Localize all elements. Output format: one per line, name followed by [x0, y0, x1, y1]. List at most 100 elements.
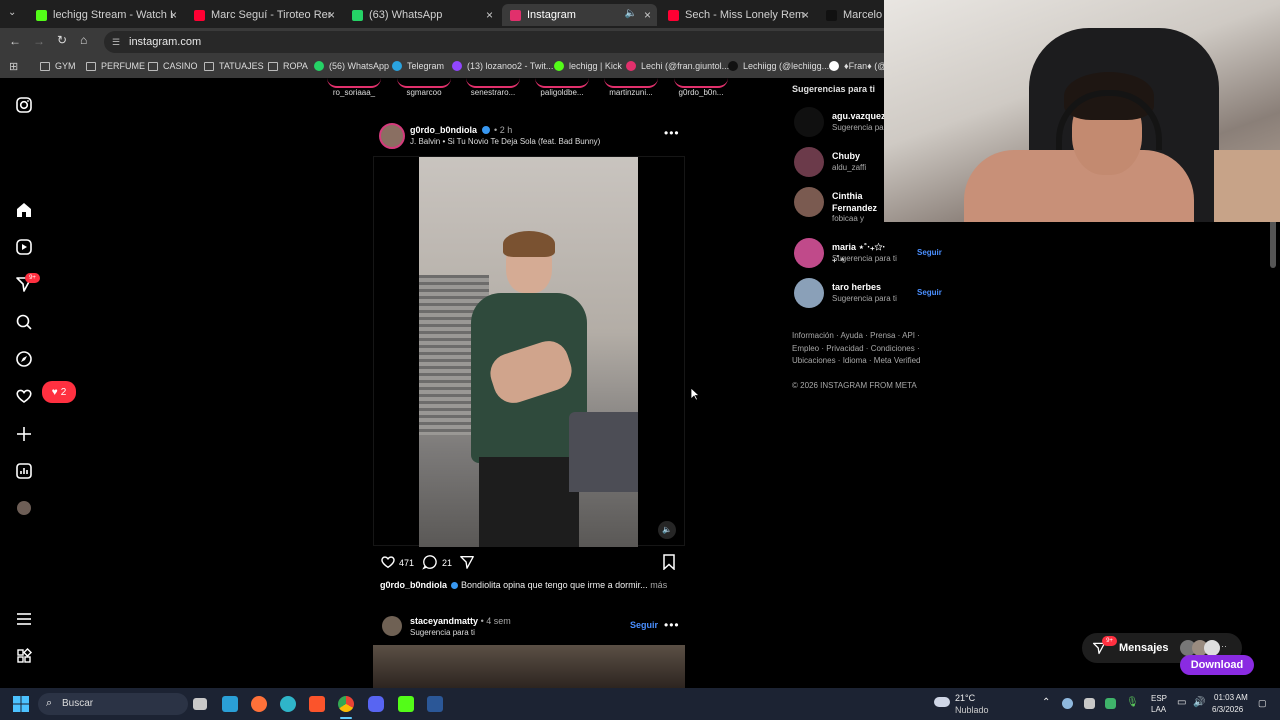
browser-tab[interactable]: (63) WhatsApp ×: [344, 4, 499, 26]
suggestion-name[interactable]: taro herbes: [832, 281, 892, 293]
tab-close-icon[interactable]: ×: [644, 8, 651, 22]
tray-chevron-icon[interactable]: ⌃: [1042, 697, 1050, 708]
file-app-icon[interactable]: [427, 696, 443, 712]
next-post-avatar[interactable]: [382, 616, 402, 636]
story-username[interactable]: g0rdo_b0n...: [671, 88, 731, 97]
bookmark-link[interactable]: (56) WhatsApp: [314, 61, 389, 71]
bookmark-link[interactable]: Lechi (@fran.giuntol...: [626, 61, 729, 71]
story-username[interactable]: ro_soriaaa_: [324, 88, 384, 97]
post-audio[interactable]: J. Balvin • Si Tu Novio Te Deja Sola (fe…: [410, 137, 600, 146]
task-view-icon[interactable]: [193, 698, 207, 710]
next-post-follow-button[interactable]: Seguir: [630, 620, 658, 630]
create-plus-icon[interactable]: [15, 425, 33, 443]
footer-link-row[interactable]: Información · Ayuda · Prensa · API ·: [792, 331, 920, 340]
suggestion-name[interactable]: agu.vazquez: [832, 110, 892, 122]
bookmark-folder[interactable]: TATUAJES: [204, 61, 264, 71]
tab-audio-icon[interactable]: 🔈: [625, 8, 637, 19]
tab-close-icon[interactable]: ×: [328, 8, 335, 22]
steam-tray-icon[interactable]: [1062, 698, 1073, 709]
bookmark-link[interactable]: lechigg | Kick: [554, 61, 622, 71]
caption-more-link[interactable]: más: [650, 580, 667, 590]
comment-icon[interactable]: [422, 554, 438, 570]
next-post-media[interactable]: [373, 645, 685, 688]
lang-top[interactable]: ESP: [1151, 694, 1167, 703]
bookmark-link[interactable]: ♦Fran♦ (@: [829, 61, 886, 71]
weather-desc[interactable]: Nublado: [955, 705, 989, 715]
bookmark-link[interactable]: (13) lozanoo2 - Twit...: [452, 61, 553, 71]
suggestion-follow-button[interactable]: Seguir: [917, 248, 942, 257]
address-bar[interactable]: ☰ instagram.com: [104, 31, 894, 53]
meta-apps-icon[interactable]: [15, 647, 33, 665]
chrome-icon[interactable]: [338, 696, 354, 712]
story-username[interactable]: sgmarcoo: [394, 88, 454, 97]
likes-notification-pill[interactable]: ♥ 2: [42, 381, 76, 403]
share-icon[interactable]: [459, 554, 475, 570]
suggestion-avatar[interactable]: [794, 147, 824, 177]
firefox-icon[interactable]: [251, 696, 267, 712]
suggestion-avatar[interactable]: [794, 187, 824, 217]
suggestion-name[interactable]: Cinthia Fernandez: [832, 190, 892, 214]
volume-icon[interactable]: 🔊: [1193, 697, 1205, 708]
clock-time[interactable]: 01:03 AM: [1214, 693, 1248, 702]
weather-temp[interactable]: 21°C: [955, 693, 975, 703]
footer-link-row[interactable]: Empleo · Privacidad · Condiciones ·: [792, 344, 920, 353]
tab-close-icon[interactable]: ×: [486, 8, 493, 22]
bookmark-folder[interactable]: GYM: [40, 61, 76, 71]
suggestion-follow-button[interactable]: Seguir: [917, 288, 942, 297]
page-scrollbar[interactable]: [1270, 218, 1276, 268]
next-post-username[interactable]: staceyandmatty: [410, 616, 478, 626]
post-options-icon[interactable]: •••: [664, 126, 680, 140]
mute-toggle-icon[interactable]: 🔈: [658, 521, 676, 539]
instagram-logo-icon[interactable]: [15, 96, 33, 114]
caption-username[interactable]: g0rdo_b0ndiola: [380, 580, 447, 590]
terminal-app-icon[interactable]: [222, 696, 238, 712]
bookmark-link[interactable]: Lechiigg (@lechiigg...: [728, 61, 829, 71]
notifications-heart-icon[interactable]: [15, 387, 33, 405]
notification-center-icon[interactable]: ▢: [1258, 698, 1267, 709]
bookmark-link[interactable]: Telegram: [392, 61, 444, 71]
browser-tab[interactable]: lechigg Stream - Watch Live on×: [28, 4, 183, 26]
back-icon[interactable]: ←: [9, 34, 21, 48]
mic-tray-icon[interactable]: 🎙: [1126, 697, 1139, 708]
tab-search-chevron-icon[interactable]: ⌄: [8, 7, 20, 19]
edge-icon[interactable]: [280, 696, 296, 712]
reload-icon[interactable]: ↻: [57, 33, 67, 47]
story-username[interactable]: martinzuni...: [601, 88, 661, 97]
site-info-icon[interactable]: ☰: [112, 31, 120, 53]
next-post-options-icon[interactable]: •••: [664, 618, 680, 632]
story-ring[interactable]: [327, 78, 381, 88]
apps-grid-icon[interactable]: ⊞: [9, 60, 18, 73]
browser-tab[interactable]: Marcelo zeta: [818, 4, 884, 26]
discord-tray-icon[interactable]: [1084, 698, 1095, 709]
taskbar-search-box[interactable]: ⌕ Buscar: [38, 693, 188, 715]
bookmark-folder[interactable]: PERFUME: [86, 61, 145, 71]
footer-link-row[interactable]: Ubicaciones · Idioma · Meta Verified: [792, 356, 921, 365]
app-tray-icon[interactable]: [1105, 698, 1116, 709]
dashboard-icon[interactable]: [15, 462, 33, 480]
lang-bottom[interactable]: LAA: [1151, 705, 1166, 714]
suggestion-name[interactable]: Chuby: [832, 150, 892, 162]
home-icon[interactable]: ⌂: [80, 33, 87, 47]
kick-app-icon[interactable]: [398, 696, 414, 712]
discord-icon[interactable]: [368, 696, 384, 712]
story-ring[interactable]: [397, 78, 451, 88]
suggestion-avatar[interactable]: [794, 107, 824, 137]
explore-compass-icon[interactable]: [15, 350, 33, 368]
download-button[interactable]: Download: [1180, 655, 1254, 675]
bookmark-folder[interactable]: ROPA: [268, 61, 308, 71]
reels-icon[interactable]: [15, 238, 33, 256]
browser-tab[interactable]: Instagram 🔈 ×: [502, 4, 657, 26]
suggestion-avatar[interactable]: [794, 238, 824, 268]
like-heart-icon[interactable]: [380, 554, 396, 570]
browser-tab[interactable]: Marc Seguí - Tiroteo Remix ft. F×: [186, 4, 341, 26]
forward-icon[interactable]: →: [33, 34, 45, 48]
network-icon[interactable]: ▭: [1177, 697, 1186, 708]
search-icon[interactable]: [15, 313, 33, 331]
story-ring[interactable]: [674, 78, 728, 88]
post-author-avatar[interactable]: [379, 123, 405, 149]
more-menu-icon[interactable]: [15, 610, 33, 628]
post-username[interactable]: g0rdo_b0ndiola: [410, 125, 477, 135]
story-ring[interactable]: [535, 78, 589, 88]
bookmark-folder[interactable]: CASINO: [148, 61, 198, 71]
profile-avatar[interactable]: [17, 501, 31, 515]
